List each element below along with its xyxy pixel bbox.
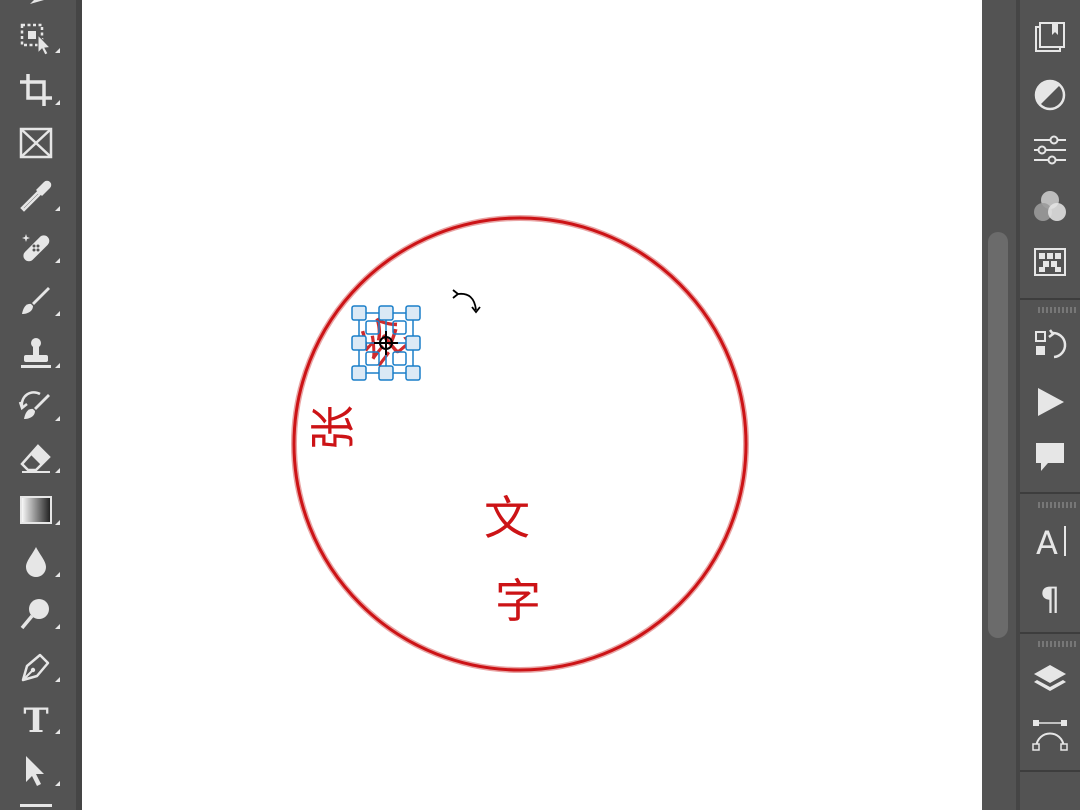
tool-type[interactable]: T (0, 695, 72, 743)
vertical-scrollbar-thumb[interactable] (988, 232, 1008, 638)
panel-group-separator-3 (1020, 632, 1080, 634)
bandage-icon (22, 234, 50, 262)
crop-icon (20, 74, 52, 106)
tool-blur[interactable] (0, 538, 72, 586)
tool-gradient[interactable] (0, 486, 72, 534)
panel-group-separator-2 (1020, 492, 1080, 494)
history-brush-icon (18, 391, 50, 419)
panel-group-separator-4 (1020, 770, 1080, 772)
paragraph-icon: ¶ (1040, 580, 1060, 618)
panel-group-separator (1020, 298, 1080, 300)
panel-layers[interactable] (1020, 654, 1080, 704)
tool-dodge[interactable] (0, 590, 72, 638)
character-icon: A (1036, 524, 1066, 562)
stamp-char-wen[interactable]: 文 (484, 495, 530, 541)
arrow-icon (26, 756, 44, 786)
rotate-cursor-icon (452, 289, 481, 314)
eyedropper-icon (20, 180, 52, 212)
panel-history[interactable] (1020, 320, 1080, 370)
panel-paths[interactable] (1020, 710, 1080, 760)
panel-comments[interactable] (1020, 432, 1080, 482)
panel-group-grip-2[interactable] (1038, 502, 1076, 508)
tool-partial-next (20, 804, 52, 807)
panel-group-grip[interactable] (1038, 307, 1076, 313)
libraries-icon (1035, 22, 1065, 52)
object-selection-icon (20, 23, 52, 56)
tool-history-brush[interactable] (0, 382, 72, 430)
dodge-icon (20, 599, 49, 630)
panel-properties[interactable] (1020, 125, 1080, 175)
tool-frame[interactable] (0, 119, 72, 167)
panel-adjustments[interactable] (1020, 70, 1080, 120)
pen-icon (21, 653, 50, 682)
stamp-icon (21, 338, 51, 368)
tool-brush[interactable] (0, 277, 72, 325)
tool-pen[interactable] (0, 643, 72, 691)
stamp-char-zhang[interactable]: 张 (306, 405, 360, 451)
panel-group-grip-3[interactable] (1038, 641, 1076, 647)
svg-text:¶: ¶ (1040, 580, 1060, 618)
panel-dock: A ¶ (1020, 0, 1080, 810)
tool-eyedropper[interactable] (0, 172, 72, 220)
move-icon (30, 0, 44, 4)
panel-channels[interactable] (1020, 182, 1080, 232)
panel-character[interactable]: A (1020, 516, 1080, 566)
svg-text:T: T (23, 701, 48, 741)
tools-panel: T (0, 0, 76, 810)
paths-icon (1032, 720, 1068, 751)
panel-actions[interactable] (1020, 377, 1080, 427)
gradient-icon (20, 496, 52, 524)
tool-clone-stamp[interactable] (0, 329, 72, 377)
document-canvas[interactable]: 张 纶 文 字 (82, 0, 982, 810)
patterns-icon (1034, 248, 1066, 276)
panel-patterns[interactable] (1020, 237, 1080, 287)
tool-crop[interactable] (0, 66, 72, 114)
channels-icon (1034, 191, 1066, 221)
transform-grid-handles[interactable] (348, 302, 424, 384)
stamp-char-zi[interactable]: 字 (495, 578, 541, 624)
panel-libraries[interactable] (1020, 12, 1080, 62)
brush-icon (22, 287, 50, 314)
comments-icon (1036, 443, 1064, 471)
tool-path-selection[interactable] (0, 747, 72, 795)
eraser-icon (20, 444, 51, 473)
tool-spot-healing[interactable] (0, 224, 72, 272)
tool-eraser[interactable] (0, 434, 72, 482)
drop-icon (26, 547, 46, 577)
stamp-artwork (291, 215, 749, 673)
actions-icon (1038, 388, 1064, 416)
type-icon: T (23, 701, 48, 741)
layers-icon (1034, 665, 1066, 691)
properties-icon (1034, 135, 1066, 165)
history-icon (1035, 329, 1067, 359)
tool-object-selection[interactable] (0, 14, 72, 62)
svg-text:A: A (1036, 524, 1058, 562)
panel-paragraph[interactable]: ¶ (1020, 572, 1080, 622)
frame-icon (19, 127, 53, 159)
adjustments-icon (1034, 79, 1066, 111)
